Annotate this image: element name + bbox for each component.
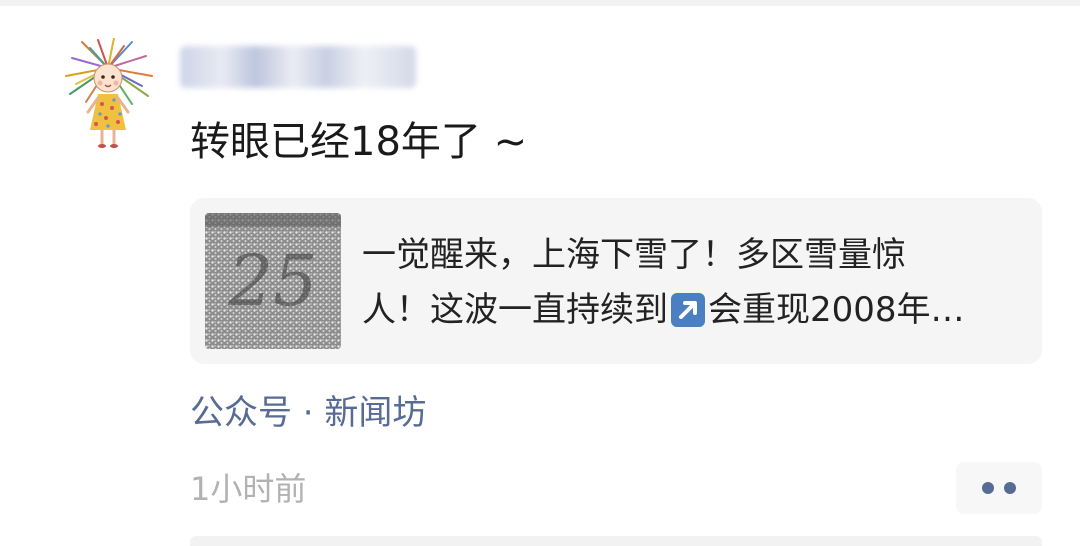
thumbnail-number: 25 (227, 240, 317, 322)
more-dots-icon (982, 482, 994, 494)
more-dots-button[interactable] (956, 462, 1042, 514)
shared-article-card[interactable]: 25 一觉醒来，上海下雪了！多区雪量惊 人！这波一直持续到 会重现2008年… (190, 198, 1042, 364)
source-link[interactable]: 公众号 · 新闻坊 (190, 388, 426, 438)
snow-thumbnail-image: 25 (205, 213, 341, 349)
article-thumbnail: 25 (205, 213, 341, 349)
more-dots-icon (1004, 482, 1016, 494)
article-title-line2-suffix: 会重现2008年… (708, 290, 965, 330)
avatar[interactable] (62, 37, 154, 150)
top-divider (0, 0, 1080, 6)
article-title-line2-prefix: 人！这波一直持续到 (362, 290, 668, 330)
post-text: 转眼已经18年了 ~ (190, 119, 528, 165)
username-blurred[interactable] (180, 46, 416, 88)
article-title: 一觉醒来，上海下雪了！多区雪量惊 人！这波一直持续到 会重现2008年… (362, 228, 1032, 338)
avatar-girl-illustration (65, 37, 153, 148)
article-title-line1: 一觉醒来，上海下雪了！多区雪量惊 (362, 235, 906, 275)
up-right-arrow-icon (670, 289, 706, 327)
timestamp: 1小时前 (190, 470, 307, 508)
next-post-edge (190, 536, 1042, 546)
